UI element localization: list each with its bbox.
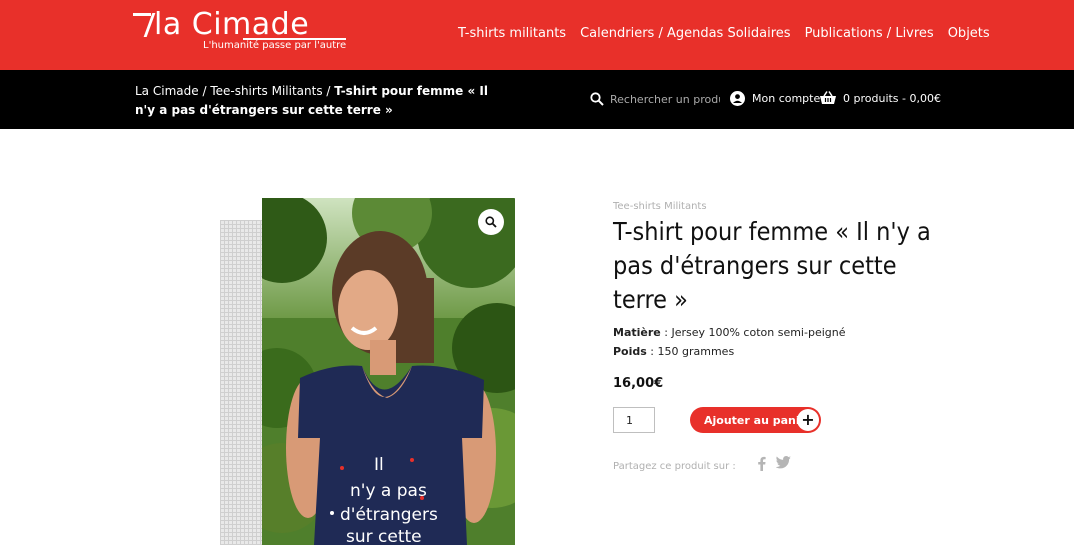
cart-summary: 0 produits - 0,00€ [843,91,941,105]
search-icon[interactable] [590,92,604,106]
quantity-input[interactable] [613,407,655,433]
logo-text: la Cimade [154,7,310,42]
basket-icon [820,91,836,105]
shirt-print-line-2: n'y a pas [350,481,427,501]
breadcrumb: La Cimade / Tee-shirts Militants / T-shi… [135,82,510,120]
spec-label: Matière [613,326,661,339]
spec-poids: Poids : 150 grammes [613,345,734,358]
cart-link[interactable]: 0 produits - 0,00€ [820,91,941,105]
spec-label: Poids [613,345,647,358]
account-link[interactable]: Mon compte [730,91,820,106]
twitter-icon[interactable] [776,456,791,471]
logo-bracket [133,13,151,16]
spec-value: : Jersey 100% coton semi-peigné [660,326,846,339]
product-image[interactable]: Il n'y a pas d'étrangers sur cette [262,198,515,545]
spec-matiere: Matière : Jersey 100% coton semi-peigné [613,326,846,339]
product-category: Tee-shirts Militants [613,201,707,212]
spec-value: : 150 grammes [646,345,735,358]
site-logo[interactable]: la Cimade L'humanité passe par l'autre [133,7,353,59]
logo-tagline: L'humanité passe par l'autre [203,40,347,51]
breadcrumb-category[interactable]: Tee-shirts Militants [210,84,322,98]
share-icons [757,456,791,471]
search-input[interactable] [610,92,720,106]
product-category-link[interactable]: Tee-shirts Militants [613,201,707,212]
breadcrumb-separator: / [202,84,207,98]
nav-item-publications[interactable]: Publications / Livres [805,26,934,41]
account-label: Mon compte [752,92,821,105]
breadcrumb-home[interactable]: La Cimade [135,84,199,98]
image-placeholder-strip [220,220,262,545]
product-title: T-shirt pour femme « Il n'y a pas d'étra… [613,217,931,314]
facebook-icon[interactable] [757,456,766,471]
nav-item-tshirts[interactable]: T-shirts militants [458,26,566,41]
shirt-print-line-1: Il [374,455,384,475]
product-price: 16,00€ [613,376,664,391]
nav-item-calendriers[interactable]: Calendriers / Agendas Solidaires [580,26,790,41]
nav-item-objets[interactable]: Objets [948,26,990,41]
search-box [590,92,720,106]
user-icon [730,91,745,106]
share-label: Partagez ce produit sur : [613,461,736,472]
add-to-cart-button[interactable]: Ajouter au panier + [690,407,821,433]
zoom-button[interactable] [478,209,504,235]
site-header: la Cimade L'humanité passe par l'autre T… [0,0,1074,70]
main-nav: T-shirts militants Calendriers / Agendas… [458,26,990,41]
magnifier-icon [485,216,497,228]
shirt-print-line-4: sur cette [346,527,422,545]
shirt-print-line-3: d'étrangers [340,505,438,525]
breadcrumb-separator: / [326,84,331,98]
utility-bar: La Cimade / Tee-shirts Militants / T-shi… [0,70,1074,129]
plus-icon: + [797,409,819,431]
